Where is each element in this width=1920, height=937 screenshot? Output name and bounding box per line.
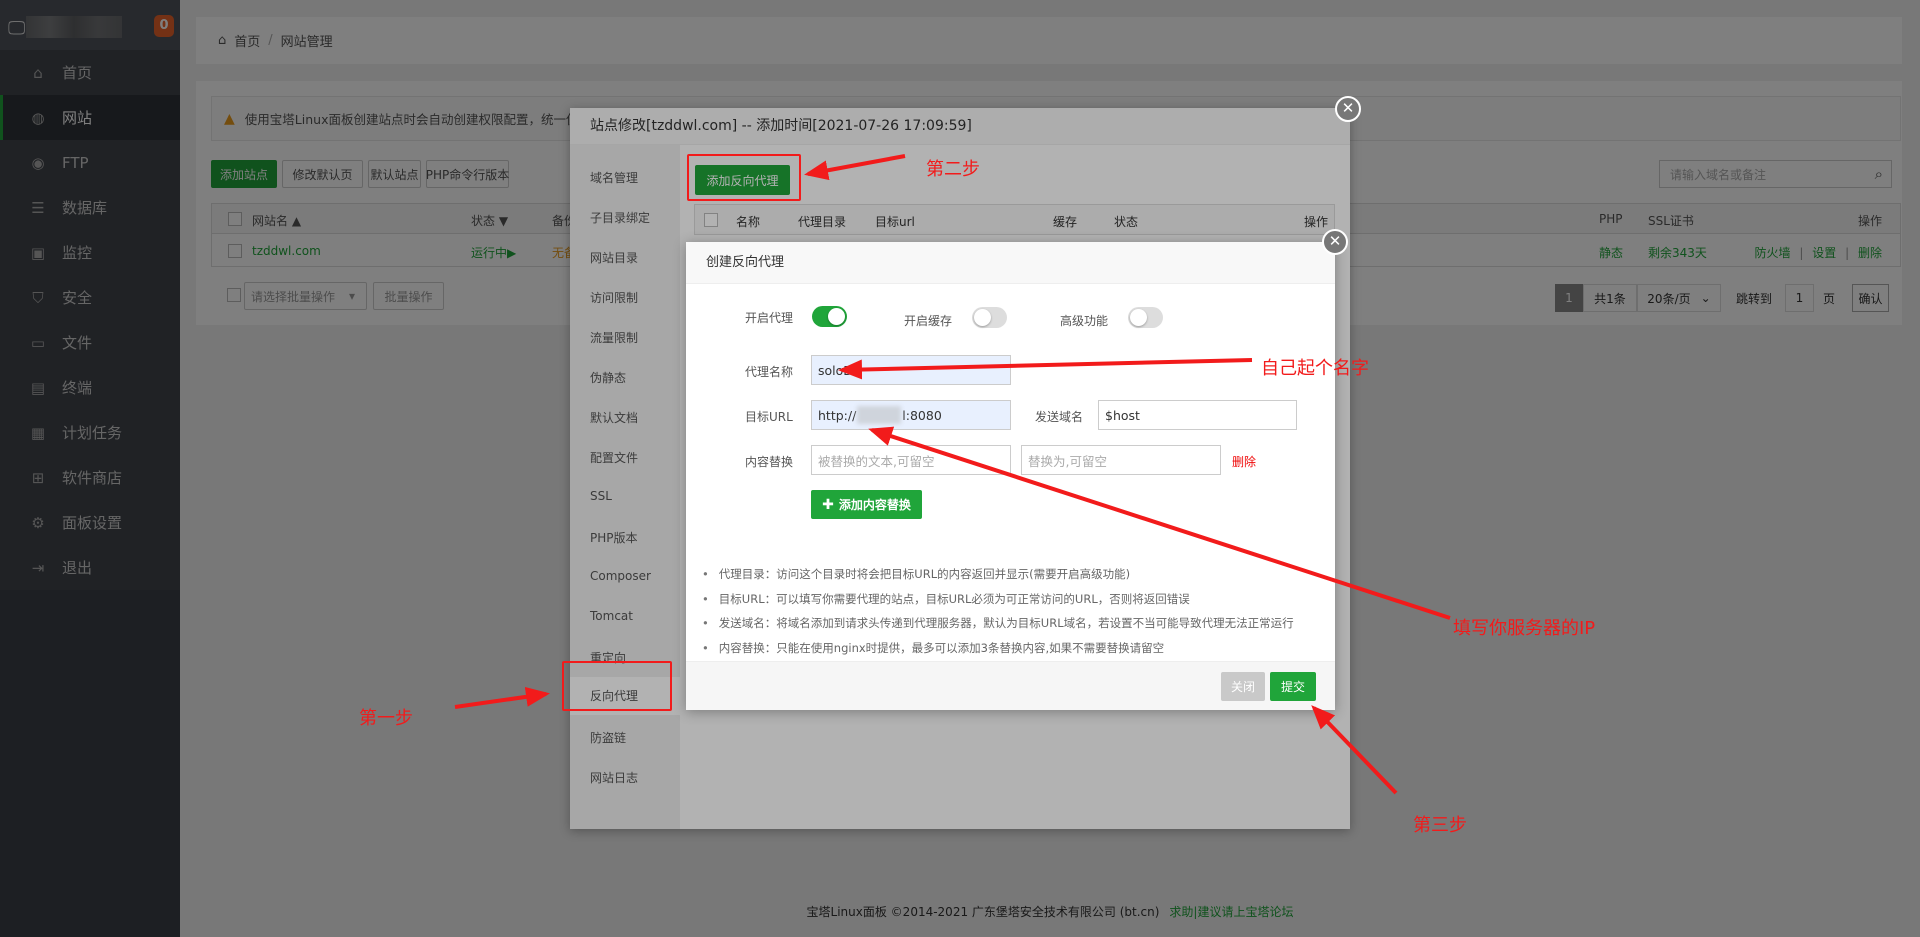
arrow-ip bbox=[868, 426, 1451, 620]
annotation-name-hint: 自己起个名字 bbox=[1261, 358, 1369, 379]
arrow-step2 bbox=[804, 154, 906, 181]
arrow-name bbox=[838, 358, 1253, 380]
arrow-step3 bbox=[1311, 705, 1398, 795]
annotation-ip-hint: 填写你服务器的IP bbox=[1453, 618, 1596, 639]
annotation-step2: 第二步 bbox=[926, 159, 980, 180]
annotation-step3: 第三步 bbox=[1413, 815, 1467, 836]
arrow-step1 bbox=[454, 686, 550, 709]
annotation-step1: 第一步 bbox=[359, 708, 413, 729]
annotation-arrows bbox=[454, 154, 1451, 795]
